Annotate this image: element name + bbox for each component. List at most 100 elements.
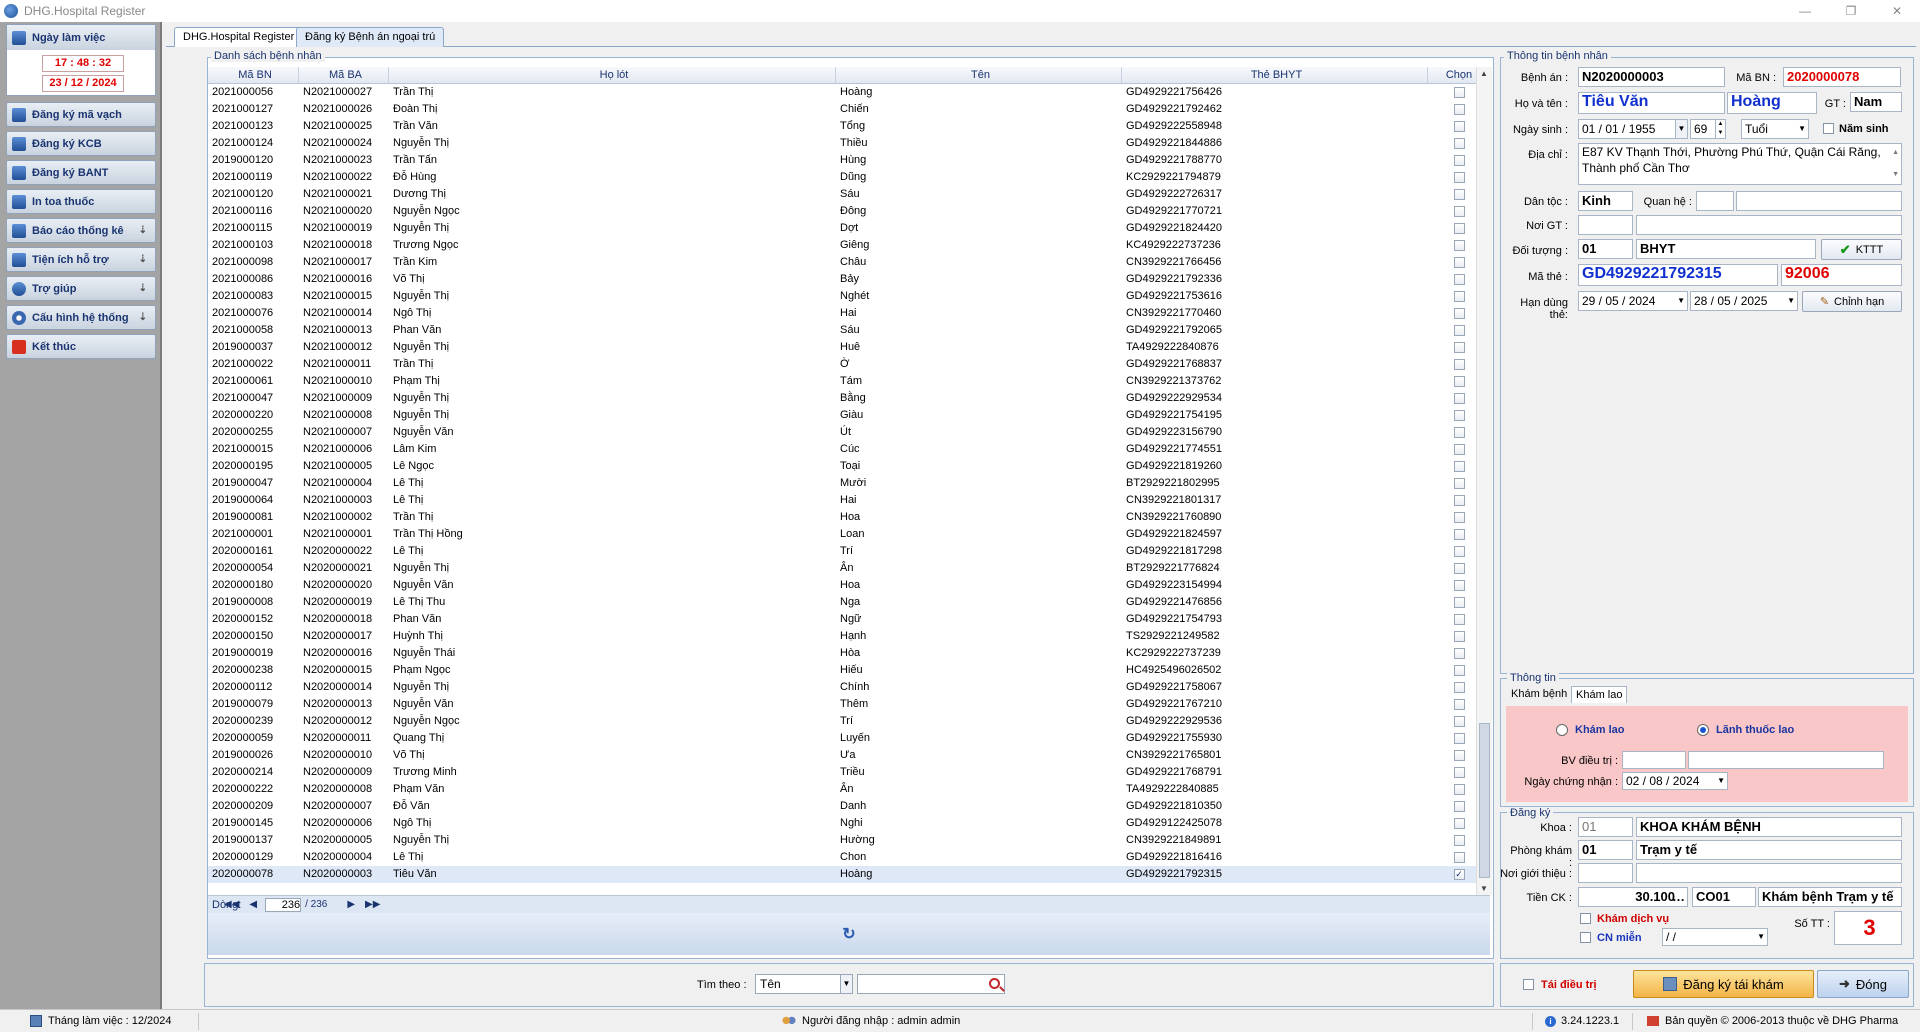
khoa-code-field[interactable]: 01 <box>1578 817 1633 837</box>
table-row[interactable]: 2020000239 N2020000012 Nguyễn Ngọc Trí GD492… <box>208 713 1490 730</box>
ck-code-field[interactable]: CO01 <box>1692 887 1756 907</box>
chevron-down-icon[interactable]: ▼ <box>1675 120 1687 138</box>
tai-dieu-tri-checkbox[interactable] <box>1523 979 1534 990</box>
chon-checkbox[interactable] <box>1453 87 1465 98</box>
khoa-field[interactable]: KHOA KHÁM BỆNH <box>1636 817 1902 837</box>
kham-dich-vu-checkbox[interactable] <box>1580 913 1591 924</box>
kttt-button[interactable]: ✔ KTTT <box>1821 239 1902 260</box>
chon-checkbox[interactable] <box>1453 427 1465 438</box>
gender-field[interactable]: Nam <box>1850 92 1902 112</box>
grid-scrollbar[interactable]: ▲ ▼ <box>1476 67 1492 895</box>
nam-sinh-checkbox[interactable] <box>1823 123 1834 134</box>
bv-dieu-tri-code-field[interactable] <box>1622 751 1686 769</box>
table-row[interactable]: 2021000120 N2021000021 Dương Thị Sáu GD49292… <box>208 186 1490 203</box>
table-row[interactable]: 2020000220 N2021000008 Nguyễn Thị Giàu GD492… <box>208 407 1490 424</box>
chon-checkbox[interactable] <box>1453 835 1465 846</box>
table-row[interactable]: 2021000115 N2021000019 Nguyễn Thị Dợt GD4929… <box>208 220 1490 237</box>
ck-name-field[interactable]: Khám bệnh Trạm y tế <box>1758 887 1902 907</box>
table-row[interactable]: 2021000123 N2021000025 Trần Văn Tổng GD49292… <box>208 118 1490 135</box>
chon-checkbox[interactable] <box>1453 767 1465 778</box>
doi-tuong-field[interactable]: BHYT <box>1636 239 1816 259</box>
bv-dieu-tri-field[interactable] <box>1688 751 1884 769</box>
table-row[interactable]: 2019000120 N2021000023 Trần Tấn Hùng GD49292… <box>208 152 1490 169</box>
ngay-chung-nhan-field[interactable]: 02 / 08 / 2024 ▼ <box>1622 772 1728 790</box>
chon-checkbox[interactable] <box>1453 546 1465 557</box>
spin-up-icon[interactable]: ▲ <box>1715 120 1725 129</box>
chon-checkbox[interactable] <box>1453 410 1465 421</box>
chon-checkbox[interactable] <box>1453 631 1465 642</box>
table-row[interactable]: 2019000019 N2020000016 Nguyễn Thái Hòa KC292… <box>208 645 1490 662</box>
scroll-up-icon[interactable]: ▲ <box>1480 69 1488 78</box>
tab-kham-lao[interactable]: Khám lao <box>1571 686 1628 703</box>
table-row[interactable]: 2021000119 N2021000022 Đỗ Hùng Dũng KC292922… <box>208 169 1490 186</box>
table-row[interactable]: 2020000078 N2020000003 Tiêu Văn Hoàng GD4929… <box>208 866 1490 883</box>
table-row[interactable]: 2021000103 N2021000018 Trương Ngọc Giêng KC4… <box>208 237 1490 254</box>
chevron-down-icon[interactable]: ▼ <box>1677 292 1685 310</box>
chon-checkbox[interactable] <box>1453 359 1465 370</box>
chon-checkbox[interactable] <box>1453 699 1465 710</box>
search-field-select[interactable]: Tên ▼ <box>755 974 853 994</box>
benh-an-field[interactable]: N2020000003 <box>1578 67 1725 87</box>
search-input[interactable] <box>857 974 1005 994</box>
chon-checkbox[interactable] <box>1453 138 1465 149</box>
chon-checkbox[interactable]: ✓ <box>1453 869 1465 880</box>
han-tu-field[interactable]: 29 / 05 / 2024 ▼ <box>1578 291 1688 311</box>
table-row[interactable]: 2021000056 N2021000027 Trần Thị Hoàng GD4929… <box>208 84 1490 101</box>
refresh-bar[interactable]: ↻ <box>208 913 1490 955</box>
tab-outpatient-record[interactable]: Đăng ký Bệnh án ngoại trú <box>296 27 445 47</box>
chon-checkbox[interactable] <box>1453 495 1465 506</box>
table-row[interactable]: 2021000001 N2021000001 Trần Thị Hồng Loan GD… <box>208 526 1490 543</box>
cn-mien-checkbox[interactable] <box>1580 932 1591 943</box>
chon-checkbox[interactable] <box>1453 461 1465 472</box>
col-header-ma-ba[interactable]: Mã BA <box>299 67 389 83</box>
chon-checkbox[interactable] <box>1453 529 1465 540</box>
chon-checkbox[interactable] <box>1453 852 1465 863</box>
ma-kcb-field[interactable]: 92006 <box>1781 264 1902 286</box>
chon-checkbox[interactable] <box>1453 291 1465 302</box>
chon-checkbox[interactable] <box>1453 580 1465 591</box>
lanh-thuoc-lao-radio[interactable] <box>1697 724 1709 736</box>
noi-gt-field[interactable] <box>1636 215 1902 235</box>
table-row[interactable]: 2020000209 N2020000007 Đỗ Văn Danh GD4929221… <box>208 798 1490 815</box>
chon-checkbox[interactable] <box>1453 257 1465 268</box>
col-header-ten[interactable]: Tên <box>836 67 1122 83</box>
chon-checkbox[interactable] <box>1453 376 1465 387</box>
scroll-up-icon[interactable]: ▲ <box>1892 145 1899 161</box>
table-row[interactable]: 2021000098 N2021000017 Trần Kim Châu CN39292… <box>208 254 1490 271</box>
sidebar-item-settings[interactable]: Cấu hình hệ thống ⇣ <box>6 305 156 330</box>
noi-gioi-thieu-field[interactable] <box>1636 863 1902 883</box>
chon-checkbox[interactable] <box>1453 682 1465 693</box>
table-row[interactable]: 2020000222 N2020000008 Phạm Văn Ân TA4929222… <box>208 781 1490 798</box>
ma-the-field[interactable]: GD4929221792315 <box>1578 264 1778 286</box>
sidebar-item-barcode[interactable]: Đăng ký mã vạch <box>6 102 156 127</box>
table-row[interactable]: 2020000180 N2020000020 Nguyễn Văn Hoa GD4929… <box>208 577 1490 594</box>
chon-checkbox[interactable] <box>1453 104 1465 115</box>
tab-hospital-register[interactable]: DHG.Hospital Register <box>174 27 304 47</box>
tab-kham-benh[interactable]: Khám bệnh <box>1507 686 1571 703</box>
age-unit-select[interactable]: Tuổi ▼ <box>1741 119 1809 139</box>
col-header-ma-bn[interactable]: Mã BN <box>208 67 299 83</box>
chon-checkbox[interactable] <box>1453 750 1465 761</box>
quan-he-code-field[interactable] <box>1696 191 1734 211</box>
chon-checkbox[interactable] <box>1453 801 1465 812</box>
table-row[interactable]: 2019000079 N2020000013 Nguyễn Văn Thêm GD492… <box>208 696 1490 713</box>
table-row[interactable]: 2019000026 N2020000010 Võ Thị Ưa CN392922176… <box>208 747 1490 764</box>
noi-gt-code-field[interactable] <box>1578 215 1633 235</box>
chon-checkbox[interactable] <box>1453 393 1465 404</box>
table-row[interactable]: 2020000054 N2020000021 Nguyễn Thị Ân BT29292… <box>208 560 1490 577</box>
sidebar-item-kcb[interactable]: Đăng ký KCB <box>6 131 156 156</box>
table-row[interactable]: 2021000116 N2021000020 Nguyễn Ngọc Đông GD49… <box>208 203 1490 220</box>
chon-checkbox[interactable] <box>1453 342 1465 353</box>
table-row[interactable]: 2020000255 N2021000007 Nguyễn Văn Út GD49292… <box>208 424 1490 441</box>
table-row[interactable]: 2020000238 N2020000015 Phạm Ngọc Hiếu HC4925… <box>208 662 1490 679</box>
chon-checkbox[interactable] <box>1453 818 1465 829</box>
sidebar-item-utilities[interactable]: Tiện ích hỗ trợ ⇣ <box>6 247 156 272</box>
chevron-down-icon[interactable]: ▼ <box>1757 929 1765 945</box>
noi-gioi-thieu-code-field[interactable] <box>1578 863 1633 883</box>
phong-kham-field[interactable]: Trạm y tế <box>1636 840 1902 860</box>
chon-checkbox[interactable] <box>1453 240 1465 251</box>
table-row[interactable]: 2021000124 N2021000024 Nguyễn Thị Thiều GD49… <box>208 135 1490 152</box>
chevron-down-icon[interactable]: ▼ <box>1787 292 1795 310</box>
table-row[interactable]: 2019000081 N2021000002 Trần Thị Hoa CN392922… <box>208 509 1490 526</box>
chinh-han-button[interactable]: ✎ Chỉnh hạn <box>1802 291 1902 312</box>
